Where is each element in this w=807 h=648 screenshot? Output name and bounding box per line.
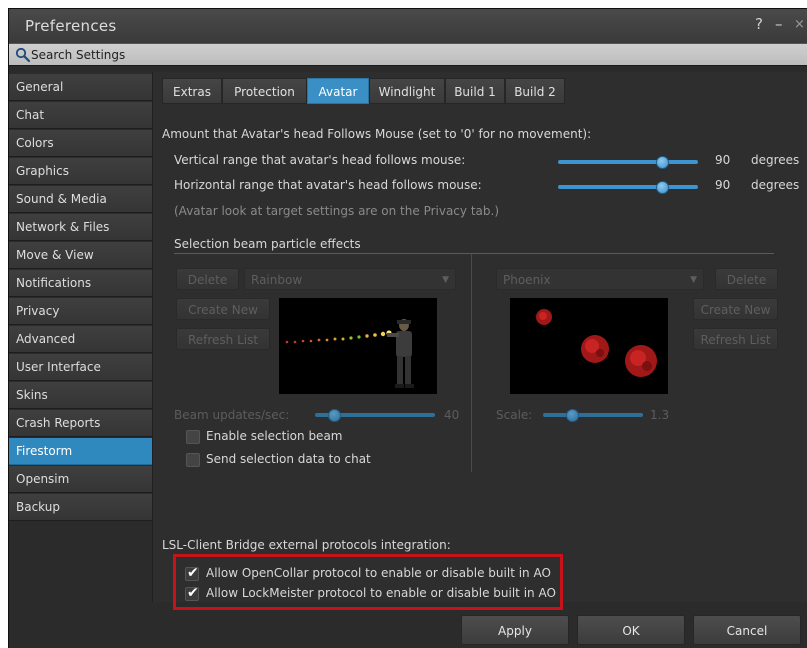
help-button[interactable]: ? bbox=[755, 15, 763, 33]
horizontal-range-label: Horizontal range that avatar's head foll… bbox=[174, 178, 482, 192]
beam-refresh-list-button[interactable]: Refresh List bbox=[176, 328, 270, 350]
search-icon bbox=[15, 47, 31, 63]
search-bar bbox=[9, 43, 807, 66]
opencollar-checkbox[interactable]: ✔ bbox=[185, 565, 199, 581]
chevron-down-icon: ▼ bbox=[690, 275, 697, 285]
checkmark-icon: ✔ bbox=[187, 565, 199, 581]
beam-shape-refresh-list-button[interactable]: Refresh List bbox=[693, 328, 778, 350]
beam-scale-label: Scale: bbox=[496, 408, 533, 422]
sidebar-item-backup[interactable]: Backup bbox=[9, 494, 152, 521]
beam-updates-value: 40 bbox=[444, 408, 460, 422]
send-selection-checkbox[interactable] bbox=[186, 453, 200, 467]
beam-updates-label: Beam updates/sec: bbox=[174, 408, 290, 422]
sidebar-item-colors[interactable]: Colors bbox=[9, 130, 152, 157]
beam-scale-slider-handle[interactable] bbox=[566, 409, 579, 422]
checkmark-icon: ✔ bbox=[187, 585, 199, 601]
beam-column-divider bbox=[471, 254, 472, 472]
sidebar-item-skins[interactable]: Skins bbox=[9, 382, 152, 409]
vertical-range-slider[interactable] bbox=[558, 160, 698, 164]
sidebar-item-advanced[interactable]: Advanced bbox=[9, 326, 152, 353]
close-button[interactable]: × bbox=[794, 17, 805, 32]
minimize-button[interactable]: – bbox=[775, 15, 783, 33]
apply-button[interactable]: Apply bbox=[461, 615, 569, 645]
sidebar-item-graphics[interactable]: Graphics bbox=[9, 158, 152, 185]
vertical-range-slider-handle[interactable] bbox=[656, 156, 669, 169]
enable-beam-label: Enable selection beam bbox=[206, 429, 343, 443]
look-at-note: (Avatar look at target settings are on t… bbox=[174, 204, 499, 218]
tab-protection[interactable]: Protection bbox=[222, 78, 307, 104]
sidebar-item-chat[interactable]: Chat bbox=[9, 102, 152, 129]
beam-shape-delete-button[interactable]: Delete bbox=[715, 268, 778, 290]
window-title: Preferences bbox=[25, 17, 117, 35]
horizontal-range-unit: degrees bbox=[751, 178, 800, 192]
firestorm-panel: Extras Protection Avatar Windlight Build… bbox=[152, 72, 807, 610]
head-follow-heading: Amount that Avatar's head Follows Mouse … bbox=[162, 127, 592, 141]
tab-extras[interactable]: Extras bbox=[162, 78, 222, 104]
lockmeister-checkbox[interactable]: ✔ bbox=[185, 585, 199, 601]
beam-shape-combo-value: Phoenix bbox=[503, 273, 551, 287]
beam-divider bbox=[174, 253, 774, 254]
beam-preview-image bbox=[279, 298, 437, 394]
highlight-box bbox=[173, 554, 563, 610]
sidebar-item-user-interface[interactable]: User Interface bbox=[9, 354, 152, 381]
lsl-heading: LSL-Client Bridge external protocols int… bbox=[162, 538, 451, 552]
ok-button[interactable]: OK bbox=[577, 615, 685, 645]
beam-create-new-button[interactable]: Create New bbox=[176, 298, 270, 320]
sidebar-item-sound-media[interactable]: Sound & Media bbox=[9, 186, 152, 213]
lockmeister-label: Allow LockMeister protocol to enable or … bbox=[206, 586, 556, 600]
tab-build-1[interactable]: Build 1 bbox=[445, 78, 505, 104]
horizontal-range-slider[interactable] bbox=[558, 185, 698, 189]
chevron-down-icon: ▼ bbox=[442, 275, 449, 285]
enable-beam-checkbox[interactable] bbox=[186, 430, 200, 444]
cancel-button[interactable]: Cancel bbox=[693, 615, 801, 645]
beam-shape-combo[interactable]: Phoenix ▼ bbox=[496, 268, 704, 290]
sidebar-item-firestorm[interactable]: Firestorm bbox=[9, 438, 152, 465]
beam-delete-button[interactable]: Delete bbox=[176, 268, 239, 290]
beam-updates-slider-handle[interactable] bbox=[328, 409, 341, 422]
horizontal-range-slider-handle[interactable] bbox=[656, 181, 669, 194]
sidebar-item-move-view[interactable]: Move & View bbox=[9, 242, 152, 269]
sidebar-item-opensim[interactable]: Opensim bbox=[9, 466, 152, 493]
tab-avatar[interactable]: Avatar bbox=[307, 78, 369, 104]
send-selection-label: Send selection data to chat bbox=[206, 452, 371, 466]
beam-scale-slider[interactable] bbox=[543, 413, 643, 417]
beam-color-combo-value: Rainbow bbox=[251, 273, 303, 287]
title-bar[interactable]: Preferences ? – × bbox=[9, 9, 807, 43]
sidebar: General Chat Colors Graphics Sound & Med… bbox=[9, 74, 152, 534]
tab-windlight[interactable]: Windlight bbox=[369, 78, 445, 104]
beam-shape-create-new-button[interactable]: Create New bbox=[693, 298, 778, 320]
vertical-range-value: 90 bbox=[715, 153, 731, 167]
beam-shape-preview-image bbox=[510, 298, 668, 394]
sidebar-item-crash-reports[interactable]: Crash Reports bbox=[9, 410, 152, 437]
preferences-window: Preferences ? – × General Chat Colors Gr… bbox=[8, 8, 807, 648]
vertical-range-label: Vertical range that avatar's head follow… bbox=[174, 153, 466, 167]
search-input[interactable] bbox=[31, 46, 791, 64]
horizontal-range-value: 90 bbox=[715, 178, 731, 192]
beam-heading: Selection beam particle effects bbox=[174, 237, 361, 251]
vertical-range-unit: degrees bbox=[751, 153, 800, 167]
beam-color-combo[interactable]: Rainbow ▼ bbox=[244, 268, 456, 290]
tab-build-2[interactable]: Build 2 bbox=[505, 78, 565, 104]
sidebar-item-notifications[interactable]: Notifications bbox=[9, 270, 152, 297]
sidebar-item-privacy[interactable]: Privacy bbox=[9, 298, 152, 325]
opencollar-label: Allow OpenCollar protocol to enable or d… bbox=[206, 566, 551, 580]
sidebar-item-network-files[interactable]: Network & Files bbox=[9, 214, 152, 241]
beam-scale-value: 1.3 bbox=[650, 408, 670, 422]
sidebar-item-general[interactable]: General bbox=[9, 74, 152, 101]
